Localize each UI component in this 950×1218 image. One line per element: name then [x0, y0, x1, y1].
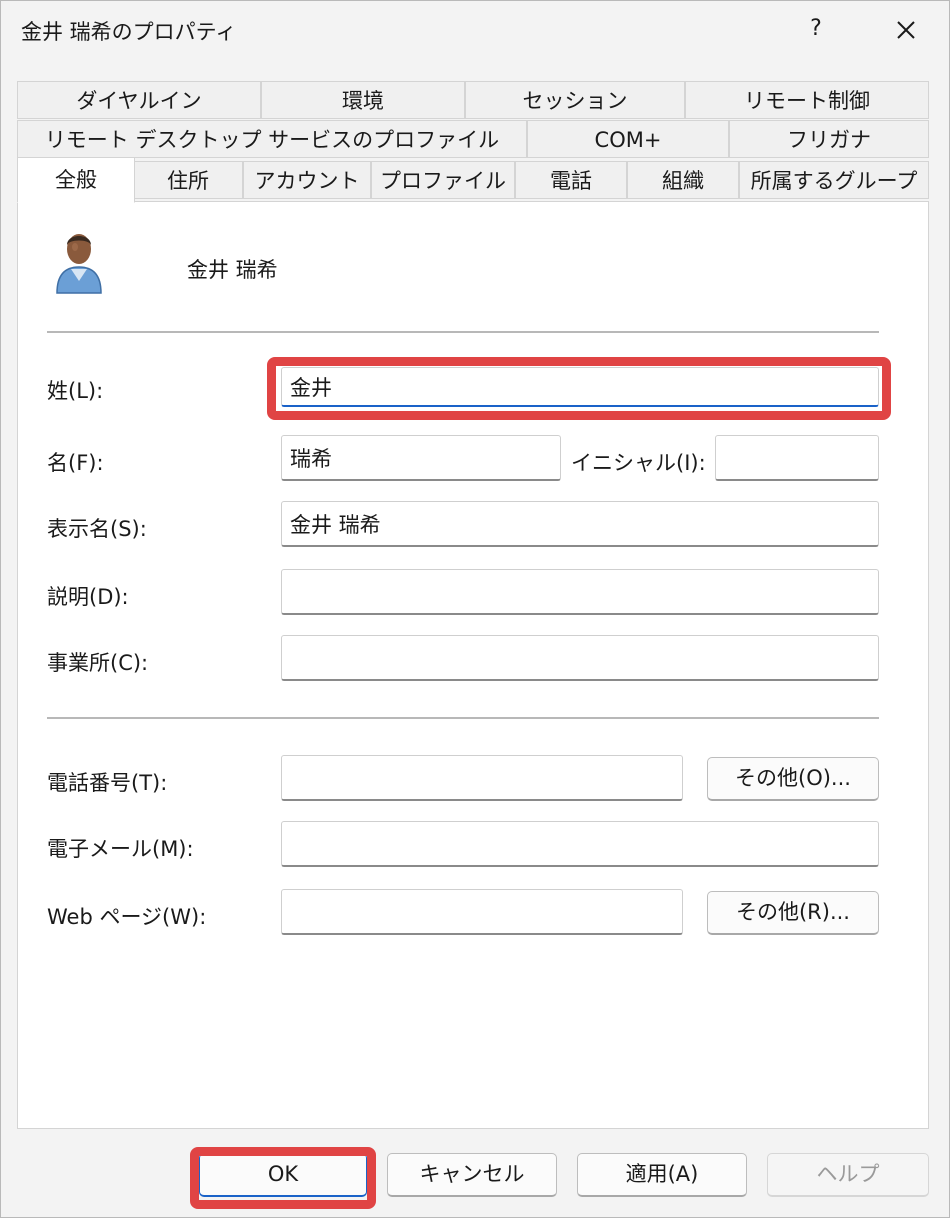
- phone-other-button[interactable]: その他(O)...: [707, 757, 879, 801]
- description-input[interactable]: [281, 569, 879, 615]
- tab-general[interactable]: 全般: [17, 157, 135, 203]
- tab-dial-in[interactable]: ダイヤルイン: [17, 81, 261, 119]
- tab-address[interactable]: 住所: [133, 161, 243, 199]
- tab-member-of[interactable]: 所属するグループ: [739, 161, 929, 199]
- tab-profile[interactable]: プロファイル: [371, 161, 515, 199]
- initials-input[interactable]: [715, 435, 879, 481]
- tab-remote-control[interactable]: リモート制御: [685, 81, 929, 119]
- tab-furigana[interactable]: フリガナ: [729, 120, 929, 158]
- properties-dialog: 金井 瑞希のプロパティ ? ダイヤルイン 環境 セッション リモート制御 リモー…: [0, 0, 950, 1218]
- web-page-label: Web ページ(W):: [47, 905, 207, 929]
- user-avatar-icon: [53, 229, 105, 299]
- last-name-label: 姓(L):: [47, 379, 104, 403]
- help-button[interactable]: ヘルプ: [767, 1153, 929, 1197]
- divider: [47, 717, 879, 719]
- help-icon[interactable]: ?: [791, 9, 841, 49]
- tab-organization[interactable]: 組織: [627, 161, 739, 199]
- description-label: 説明(D):: [47, 585, 129, 609]
- first-name-label: 名(F):: [47, 451, 104, 475]
- tab-account[interactable]: アカウント: [243, 161, 371, 199]
- first-name-input[interactable]: [281, 435, 561, 481]
- phone-input[interactable]: [281, 755, 683, 801]
- phone-label: 電話番号(T):: [47, 771, 168, 795]
- divider: [47, 331, 879, 333]
- last-name-input[interactable]: [281, 367, 879, 407]
- apply-button[interactable]: 適用(A): [577, 1153, 747, 1197]
- email-input[interactable]: [281, 821, 879, 867]
- display-name-label: 表示名(S):: [47, 517, 147, 541]
- tab-rds-profile[interactable]: リモート デスクトップ サービスのプロファイル: [17, 120, 527, 158]
- tab-com-plus[interactable]: COM+: [527, 120, 729, 158]
- cancel-button[interactable]: キャンセル: [387, 1153, 557, 1197]
- web-page-input[interactable]: [281, 889, 683, 935]
- office-input[interactable]: [281, 635, 879, 681]
- user-display-name: 金井 瑞希: [187, 258, 278, 282]
- ok-button[interactable]: OK: [199, 1153, 367, 1197]
- initials-label: イニシャル(I):: [571, 451, 706, 475]
- window-title: 金井 瑞希のプロパティ: [21, 20, 237, 44]
- close-icon[interactable]: [881, 9, 931, 49]
- tab-telephones[interactable]: 電話: [515, 161, 627, 199]
- email-label: 電子メール(M):: [47, 837, 194, 861]
- tab-environment[interactable]: 環境: [261, 81, 465, 119]
- office-label: 事業所(C):: [47, 651, 149, 675]
- title-bar: 金井 瑞希のプロパティ ?: [1, 1, 949, 57]
- web-other-button[interactable]: その他(R)...: [707, 891, 879, 935]
- display-name-input[interactable]: [281, 501, 879, 547]
- tab-sessions[interactable]: セッション: [465, 81, 685, 119]
